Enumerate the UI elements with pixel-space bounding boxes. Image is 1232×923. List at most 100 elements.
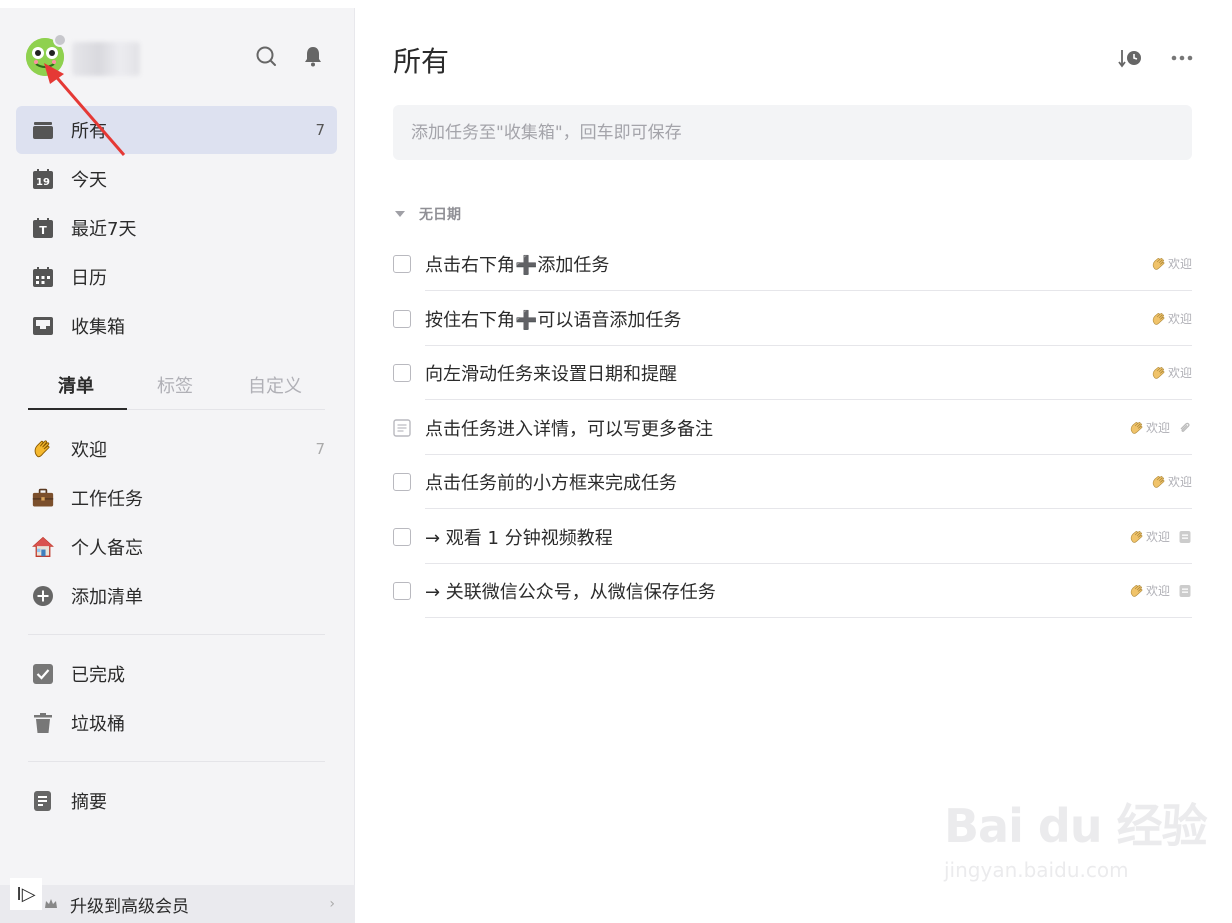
task-row[interactable]: 按住右下角➕可以语音添加任务 欢迎 bbox=[393, 292, 1192, 346]
task-list-tag: 欢迎 bbox=[1129, 582, 1192, 599]
nav-item-inbox[interactable]: 收集箱 bbox=[16, 302, 337, 350]
nav-label: 今天 bbox=[71, 170, 107, 191]
task-list-tag: 欢迎 bbox=[1129, 528, 1192, 545]
task-list-tag: 欢迎 bbox=[1151, 364, 1192, 381]
nav-item-completed[interactable]: 已完成 bbox=[16, 650, 337, 698]
waving-hand-icon bbox=[1130, 421, 1143, 434]
list-label: 添加清单 bbox=[71, 587, 143, 608]
list-count: 7 bbox=[315, 440, 325, 458]
baidu-jingyan-watermark: Bai du 经验 jingyan.baidu.com bbox=[944, 790, 1208, 882]
task-list-tag: 欢迎 bbox=[1151, 473, 1192, 490]
task-checkbox[interactable] bbox=[393, 310, 411, 328]
waving-hand-icon bbox=[1152, 475, 1165, 488]
list-item-work-tasks[interactable]: 工作任务 bbox=[16, 474, 337, 522]
task-row[interactable]: 点击右下角➕添加任务 欢迎 bbox=[393, 237, 1192, 291]
house-icon bbox=[32, 536, 54, 558]
inbox-tray-icon bbox=[32, 315, 54, 337]
add-list-button[interactable]: 添加清单 bbox=[16, 572, 337, 620]
task-checkbox[interactable] bbox=[393, 473, 411, 491]
crown-icon bbox=[44, 897, 58, 911]
sort-clock-icon[interactable] bbox=[1118, 46, 1144, 70]
task-list-name: 欢迎 bbox=[1167, 475, 1192, 489]
task-title: 点击右下角➕添加任务 bbox=[425, 255, 610, 276]
tab-tags[interactable]: 标签 bbox=[157, 372, 193, 398]
task-list-tag: 欢迎 bbox=[1151, 310, 1192, 327]
list-label: 工作任务 bbox=[71, 489, 143, 510]
task-list-name: 欢迎 bbox=[1167, 257, 1192, 271]
nav-label: 收集箱 bbox=[71, 317, 125, 338]
more-options-icon[interactable] bbox=[1169, 46, 1195, 70]
sidebar-divider bbox=[28, 634, 325, 635]
task-title: → 关联微信公众号，从微信保存任务 bbox=[425, 582, 716, 603]
task-separator bbox=[425, 617, 1192, 618]
tab-active-underline bbox=[28, 408, 127, 410]
attachment-clip-icon bbox=[1180, 422, 1190, 432]
collapse-sidebar-button[interactable]: I▷ bbox=[10, 878, 42, 910]
task-list-name: 欢迎 bbox=[1145, 421, 1170, 435]
nav-item-today[interactable]: 19 今天 bbox=[16, 155, 337, 203]
list-label: 个人备忘 bbox=[71, 538, 143, 559]
upgrade-premium-button[interactable]: 升级到高级会员 › bbox=[0, 885, 355, 923]
task-note-checkbox-icon[interactable] bbox=[393, 419, 411, 437]
task-list-name: 欢迎 bbox=[1167, 312, 1192, 326]
task-checkbox[interactable] bbox=[393, 528, 411, 546]
bell-icon[interactable] bbox=[301, 44, 325, 68]
waving-hand-icon bbox=[1130, 530, 1143, 543]
section-label: 无日期 bbox=[419, 207, 461, 223]
nav-item-summary[interactable]: 摘要 bbox=[16, 777, 337, 825]
nav-item-next7days[interactable]: T 最近7天 bbox=[16, 204, 337, 252]
main-panel: 所有 无日期 点击右下角➕添加任务 欢迎 按住右下角➕可以语音添加任务 欢迎 bbox=[356, 8, 1232, 923]
task-row[interactable]: 点击任务前的小方框来完成任务 欢迎 bbox=[393, 455, 1192, 509]
waving-hand-icon bbox=[32, 438, 54, 460]
crown-badge-icon bbox=[53, 33, 67, 47]
tab-lists[interactable]: 清单 bbox=[58, 372, 94, 398]
task-row[interactable]: 点击任务进入详情，可以写更多备注 欢迎 bbox=[393, 401, 1192, 455]
calendar-t-icon: T bbox=[32, 217, 54, 239]
list-label: 欢迎 bbox=[71, 440, 107, 461]
page-title: 所有 bbox=[393, 45, 450, 78]
list-item-welcome[interactable]: 欢迎 7 bbox=[16, 425, 337, 473]
briefcase-icon bbox=[32, 487, 54, 509]
note-content-icon bbox=[1179, 530, 1191, 543]
task-separator bbox=[425, 508, 1192, 509]
task-list-tag: 欢迎 bbox=[1129, 419, 1192, 436]
task-checkbox[interactable] bbox=[393, 364, 411, 382]
nav-item-trash[interactable]: 垃圾桶 bbox=[16, 699, 337, 747]
list-tabs: 清单 标签 自定义 bbox=[28, 362, 325, 410]
section-no-date[interactable]: 无日期 bbox=[393, 204, 461, 224]
watermark-sub-text: jingyan.baidu.com bbox=[944, 858, 1129, 882]
plus-circle-icon bbox=[32, 585, 54, 607]
svg-text:T: T bbox=[39, 224, 47, 237]
add-task-input[interactable] bbox=[393, 105, 1192, 160]
waving-hand-icon bbox=[1152, 366, 1165, 379]
annotation-arrow-icon bbox=[44, 63, 126, 156]
waving-hand-icon bbox=[1152, 257, 1165, 270]
nav-label: 已完成 bbox=[71, 665, 125, 686]
task-title: 向左滑动任务来设置日期和提醒 bbox=[425, 364, 677, 385]
nav-item-calendar[interactable]: 日历 bbox=[16, 253, 337, 301]
task-row[interactable]: 向左滑动任务来设置日期和提醒 欢迎 bbox=[393, 346, 1192, 400]
search-icon[interactable] bbox=[254, 44, 278, 68]
task-title: 点击任务前的小方框来完成任务 bbox=[425, 473, 677, 494]
tab-custom[interactable]: 自定义 bbox=[248, 372, 302, 398]
task-list-name: 欢迎 bbox=[1167, 366, 1192, 380]
task-checkbox[interactable] bbox=[393, 255, 411, 273]
chevron-right-icon: › bbox=[329, 896, 335, 912]
task-separator bbox=[425, 290, 1192, 291]
nav-count: 7 bbox=[315, 121, 325, 139]
collapse-triangle-icon bbox=[395, 211, 405, 217]
nav-label: 垃圾桶 bbox=[71, 714, 125, 735]
nav-label: 日历 bbox=[71, 268, 107, 289]
task-row[interactable]: → 关联微信公众号，从微信保存任务 欢迎 bbox=[393, 564, 1192, 618]
task-list-name: 欢迎 bbox=[1145, 584, 1170, 598]
task-title: 点击任务进入详情，可以写更多备注 bbox=[425, 419, 713, 440]
task-checkbox[interactable] bbox=[393, 582, 411, 600]
task-title: 按住右下角➕可以语音添加任务 bbox=[425, 310, 682, 331]
list-item-personal-memo[interactable]: 个人备忘 bbox=[16, 523, 337, 571]
note-content-icon bbox=[1179, 584, 1191, 597]
watermark-main-text: Bai du 经验 bbox=[944, 799, 1208, 853]
sidebar-top-strip bbox=[0, 0, 355, 8]
task-list-tag: 欢迎 bbox=[1151, 255, 1192, 272]
waving-hand-icon bbox=[1152, 312, 1165, 325]
task-row[interactable]: → 观看 1 分钟视频教程 欢迎 bbox=[393, 510, 1192, 564]
